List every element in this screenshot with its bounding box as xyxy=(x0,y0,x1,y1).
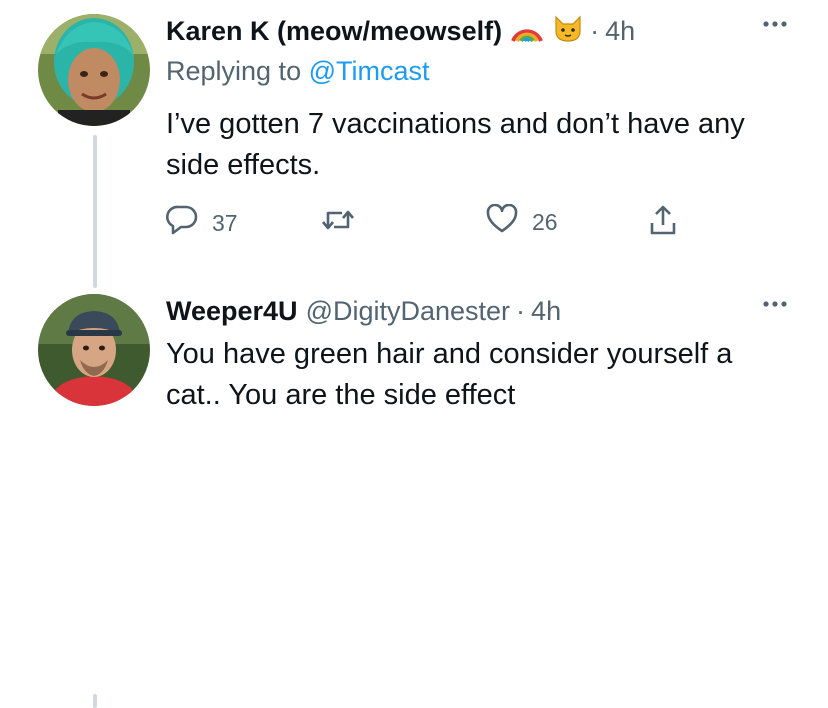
replying-prefix: Replying to xyxy=(166,56,302,86)
thread-line xyxy=(93,694,97,708)
tweet-text: I’ve gotten 7 vaccinations and don’t hav… xyxy=(166,108,745,181)
share-icon xyxy=(648,204,678,242)
avatar-weeper4u[interactable] xyxy=(38,294,150,406)
author-name[interactable]: Karen K (meow/meowself) xyxy=(166,16,502,47)
reply-icon xyxy=(166,204,198,242)
more-icon[interactable] xyxy=(762,296,788,314)
tweet-text: You have green hair and consider yoursel… xyxy=(166,338,733,411)
tweet-header: Karen K (meow/meowself) · 4h xyxy=(166,12,788,50)
timestamp[interactable]: 4h xyxy=(531,296,561,327)
reply-button[interactable]: 37 xyxy=(166,204,238,242)
tweet-actions: 37 26 xyxy=(166,203,706,244)
avatar-karen[interactable] xyxy=(38,14,150,126)
separator-dot: · xyxy=(516,295,526,326)
cat-face-icon xyxy=(552,13,584,50)
share-button[interactable] xyxy=(648,204,678,242)
more-icon[interactable] xyxy=(762,16,788,34)
separator-dot: · xyxy=(590,15,600,46)
replying-to-line: Replying to @Timcast xyxy=(166,56,788,92)
retweet-button[interactable] xyxy=(320,204,356,242)
mention-link[interactable]: @Timcast xyxy=(309,56,430,86)
author-handle[interactable]: @DigityDanester xyxy=(306,296,510,327)
tweet-2[interactable]: Weeper4U @DigityDanester · 4h You have g… xyxy=(0,280,828,708)
reply-count: 37 xyxy=(212,209,238,236)
like-icon xyxy=(486,203,518,240)
retweet-icon xyxy=(320,204,356,242)
tweet-header: Weeper4U @DigityDanester · 4h xyxy=(166,292,788,330)
tweet-content: Weeper4U @DigityDanester · 4h You have g… xyxy=(166,292,788,416)
rainbow-icon xyxy=(510,13,544,50)
author-name[interactable]: Weeper4U xyxy=(166,296,298,327)
like-button[interactable]: 26 xyxy=(486,203,558,240)
timestamp[interactable]: 4h xyxy=(605,16,635,47)
like-count: 26 xyxy=(532,208,558,235)
thread-line xyxy=(93,135,97,288)
tweet-content: Karen K (meow/meowself) · 4h Replying to… xyxy=(166,12,788,186)
tweet-1[interactable]: Karen K (meow/meowself) · 4h Replying to… xyxy=(0,0,828,288)
